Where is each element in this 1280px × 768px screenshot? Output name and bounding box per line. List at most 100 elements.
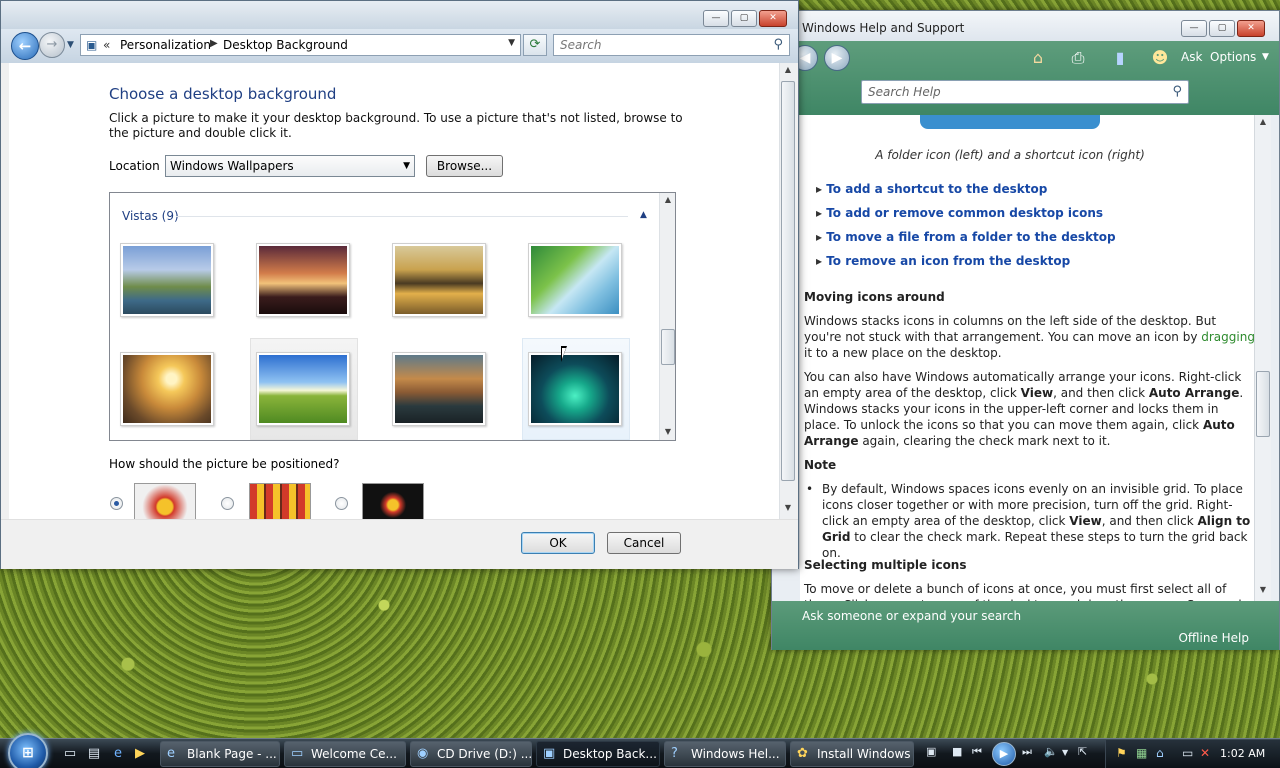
play-icon[interactable]: ▶ <box>992 742 1016 766</box>
bg-scrollbar[interactable]: ▲ ▼ <box>779 63 796 519</box>
network-icon[interactable]: ⌂ <box>1156 746 1164 760</box>
scroll-up-icon[interactable]: ▲ <box>780 65 796 74</box>
switch-windows-icon[interactable]: ▤ <box>86 746 102 762</box>
browse-button[interactable]: Browse... <box>426 155 503 177</box>
media-player-icon[interactable]: ▶ <box>132 746 148 762</box>
offline-help-button[interactable]: Offline Help <box>1178 631 1249 645</box>
restore-player-icon[interactable]: ⇱ <box>1078 745 1087 758</box>
clock[interactable]: 1:02 AM <box>1220 747 1265 760</box>
search-icon[interactable]: ⚲ <box>1172 84 1182 99</box>
ok-button[interactable]: OK <box>521 532 595 554</box>
wallpaper-thumb[interactable] <box>528 243 622 317</box>
address-bar-area: ← → ▼ ▣ « Personalization ▶ Desktop Back… <box>1 29 798 63</box>
task-cd-drive[interactable]: ◉ CD Drive (D:) ... <box>410 741 532 767</box>
options-button[interactable]: Options <box>1210 50 1256 64</box>
task-welcome-center[interactable]: ▭ Welcome Ce... <box>284 741 406 767</box>
forward-arrow-icon[interactable]: → <box>39 32 65 58</box>
breadcrumb-desktop-background[interactable]: Desktop Background <box>223 38 348 52</box>
help-scroll-thumb[interactable] <box>1256 371 1270 437</box>
back-arrow-icon[interactable]: ← <box>11 32 39 60</box>
location-dropdown[interactable]: Windows Wallpapers ▼ <box>165 155 415 177</box>
volume-icon[interactable]: 🔈 <box>1044 745 1058 758</box>
refresh-icon[interactable]: ⟳ <box>523 34 547 56</box>
breadcrumb-personalization[interactable]: Personalization <box>120 38 211 52</box>
p1-text-b: it to a new place on the desktop. <box>804 346 1002 360</box>
wallpaper-thumb[interactable] <box>528 352 622 426</box>
stop-icon[interactable]: ■ <box>952 745 962 758</box>
scroll-down-icon[interactable]: ▼ <box>1255 585 1271 594</box>
windows-update-icon[interactable]: ▦ <box>1136 746 1147 760</box>
wallpaper-thumb[interactable] <box>256 243 350 317</box>
address-box[interactable]: ▣ « Personalization ▶ Desktop Background… <box>80 34 521 56</box>
gallery-scroll-thumb[interactable] <box>661 329 675 365</box>
link-move-file[interactable]: To move a file from a folder to the desk… <box>816 229 1115 253</box>
task-desktop-background[interactable]: ▣ Desktop Back... <box>536 741 660 767</box>
scroll-down-icon[interactable]: ▼ <box>780 503 796 512</box>
heading-moving-icons: Moving icons around <box>804 290 945 304</box>
position-fill-preview[interactable] <box>134 483 196 519</box>
scroll-up-icon[interactable]: ▲ <box>660 195 675 204</box>
start-button[interactable]: ⊞ <box>8 733 48 768</box>
task-blank-page[interactable]: e Blank Page - ... <box>160 741 280 767</box>
ask-someone-link[interactable]: Ask someone or expand your search <box>802 609 1021 623</box>
link-remove-icon[interactable]: To remove an icon from the desktop <box>816 253 1116 277</box>
minimize-icon[interactable]: — <box>1181 20 1207 37</box>
position-center-preview[interactable] <box>362 483 424 519</box>
chevron-down-icon[interactable]: ▼ <box>508 38 515 48</box>
task-windows-help[interactable]: ? Windows Hel... <box>664 741 786 767</box>
gallery-scrollbar[interactable]: ▲ ▼ <box>659 193 675 440</box>
home-icon[interactable]: ⌂ <box>1027 47 1049 69</box>
wallpaper-thumb[interactable] <box>392 243 486 317</box>
network-status-icon[interactable]: ▭ <box>1182 746 1193 760</box>
link-add-remove-icons[interactable]: To add or remove common desktop icons <box>816 205 1116 229</box>
position-tile-radio[interactable] <box>221 497 234 510</box>
minimize-icon[interactable]: — <box>703 10 729 27</box>
browse-help-icon[interactable]: ▮ <box>1109 47 1131 69</box>
wallpaper-thumb[interactable] <box>120 352 214 426</box>
display-icon: ▣ <box>543 746 556 761</box>
help-titlebar[interactable]: Windows Help and Support — ▢ ✕ <box>772 11 1279 41</box>
options-dropdown-icon[interactable]: ▼ <box>1262 52 1269 62</box>
wallpaper-thumb[interactable] <box>120 243 214 317</box>
maximize-icon[interactable]: ▢ <box>1209 20 1235 37</box>
scroll-up-icon[interactable]: ▲ <box>1255 117 1271 126</box>
volume-muted-icon[interactable]: ✕ <box>1200 746 1210 760</box>
task-install-windows[interactable]: ✿ Install Windows <box>790 741 914 767</box>
chevron-down-icon[interactable]: ▼ <box>1062 748 1068 757</box>
bg-titlebar[interactable]: — ▢ ✕ <box>1 1 798 29</box>
ask-icon[interactable]: ☻ <box>1149 47 1171 69</box>
gallery-group-label[interactable]: Vistas (9) <box>122 209 179 223</box>
help-forward-icon[interactable]: ▶ <box>824 45 850 71</box>
search-icon[interactable]: ⚲ <box>773 37 783 52</box>
help-window: Windows Help and Support — ▢ ✕ ◀ ▶ ⌂ ⎙ ▮… <box>771 10 1280 650</box>
position-center-radio[interactable] <box>335 497 348 510</box>
chevron-left-icon[interactable]: « <box>103 38 110 52</box>
wallpaper-thumb[interactable] <box>256 352 350 426</box>
close-icon[interactable]: ✕ <box>759 10 787 27</box>
position-tile-preview[interactable] <box>249 483 311 519</box>
previous-icon[interactable]: ⏮ <box>972 745 982 759</box>
show-desktop-icon[interactable]: ▭ <box>62 746 78 762</box>
security-shield-icon[interactable]: ⚑ <box>1116 746 1127 760</box>
help-scrollbar[interactable]: ▲ ▼ <box>1254 115 1271 601</box>
bg-scroll-thumb[interactable] <box>781 81 795 481</box>
help-search-placeholder: Search Help <box>868 85 941 99</box>
link-add-shortcut[interactable]: To add a shortcut to the desktop <box>816 181 1116 205</box>
internet-explorer-icon[interactable]: e <box>110 746 126 762</box>
close-icon[interactable]: ✕ <box>1237 20 1265 37</box>
search-input[interactable]: Search ⚲ <box>553 34 790 56</box>
collapse-group-icon[interactable]: ▲ <box>640 210 647 220</box>
print-icon[interactable]: ⎙ <box>1067 47 1089 69</box>
cancel-button[interactable]: Cancel <box>607 532 681 554</box>
dragging-link[interactable]: dragging <box>1201 330 1255 344</box>
help-search-input[interactable]: Search Help ⚲ <box>861 80 1189 104</box>
next-icon[interactable]: ⏭ <box>1022 745 1032 759</box>
ask-button[interactable]: Ask <box>1181 50 1202 64</box>
recent-pages-icon[interactable]: ▼ <box>67 40 74 50</box>
wallpaper-thumb[interactable] <box>392 352 486 426</box>
breadcrumb-separator-icon[interactable]: ▶ <box>210 38 218 49</box>
maximize-icon[interactable]: ▢ <box>731 10 757 27</box>
position-fill-radio[interactable] <box>110 497 123 510</box>
media-toolbar-icon[interactable]: ▣ <box>926 745 936 758</box>
scroll-down-icon[interactable]: ▼ <box>660 427 675 436</box>
